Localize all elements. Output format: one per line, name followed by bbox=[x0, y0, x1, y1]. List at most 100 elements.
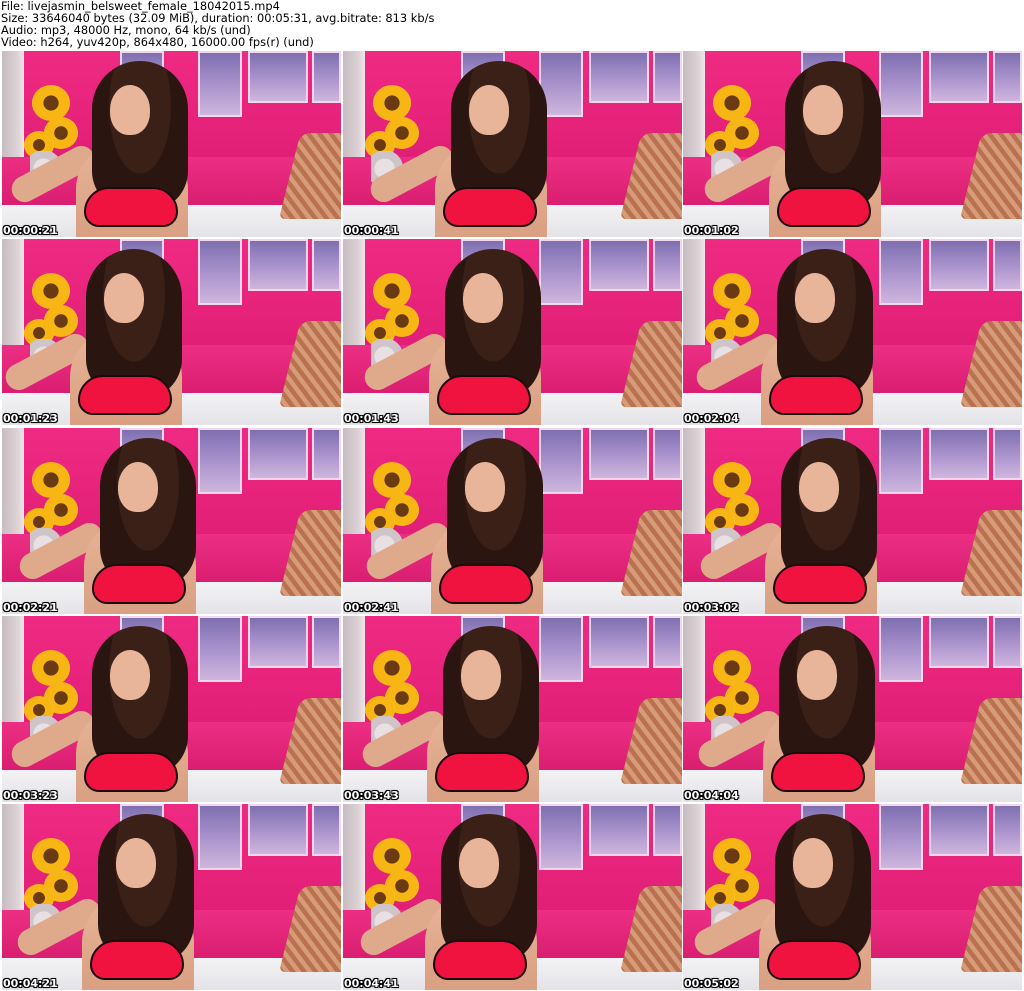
wall-picture bbox=[993, 616, 1022, 668]
person bbox=[15, 438, 230, 614]
video-frame bbox=[683, 804, 1022, 990]
video-thumbnail: 00:03:23 bbox=[2, 616, 341, 802]
person bbox=[358, 626, 573, 802]
video-frame bbox=[2, 239, 341, 425]
video-frame bbox=[2, 428, 341, 614]
person bbox=[2, 249, 216, 425]
wall-picture bbox=[312, 51, 341, 103]
sunflower bbox=[32, 85, 70, 121]
sunflower bbox=[713, 462, 751, 498]
sunflower bbox=[32, 273, 70, 309]
red-top bbox=[433, 940, 527, 980]
person bbox=[13, 814, 228, 990]
wall-picture bbox=[589, 51, 649, 103]
wall-picture bbox=[248, 51, 308, 103]
video-frame bbox=[683, 616, 1022, 802]
thumbnail-timestamp: 00:04:04 bbox=[684, 789, 739, 802]
video-thumbnail: 00:01:23 bbox=[2, 239, 341, 425]
face bbox=[793, 838, 833, 888]
face bbox=[469, 85, 509, 135]
sunflower bbox=[373, 650, 411, 686]
thumbnail-timestamp: 00:04:41 bbox=[344, 977, 399, 990]
video-thumbnail: 00:03:02 bbox=[683, 428, 1022, 614]
video-thumbnail: 00:01:43 bbox=[343, 239, 682, 425]
video-thumbnail: 00:03:43 bbox=[343, 616, 682, 802]
person bbox=[356, 814, 571, 990]
thumbnail-timestamp: 00:00:21 bbox=[3, 224, 58, 237]
video-frame bbox=[343, 428, 682, 614]
wall-picture bbox=[929, 428, 989, 480]
video-thumbnail: 00:04:04 bbox=[683, 616, 1022, 802]
wall-picture bbox=[653, 51, 682, 103]
red-top bbox=[443, 187, 537, 227]
red-top bbox=[439, 564, 533, 604]
video-frame bbox=[683, 51, 1022, 237]
face bbox=[463, 273, 503, 323]
red-top bbox=[773, 564, 867, 604]
red-top bbox=[771, 752, 865, 792]
video-frame bbox=[343, 804, 682, 990]
person bbox=[360, 249, 575, 425]
face bbox=[795, 273, 835, 323]
video-thumbnail: 00:00:21 bbox=[2, 51, 341, 237]
video-frame bbox=[683, 428, 1022, 614]
red-top bbox=[767, 940, 861, 980]
wall-picture bbox=[312, 616, 341, 668]
sunflower bbox=[713, 273, 751, 309]
wall-picture bbox=[653, 804, 682, 856]
wall-picture bbox=[653, 428, 682, 480]
sunflower bbox=[373, 85, 411, 121]
video-thumbnail: 00:02:04 bbox=[683, 239, 1022, 425]
thumbnail-timestamp: 00:03:02 bbox=[684, 601, 739, 614]
sunflower bbox=[32, 838, 70, 874]
sunflower bbox=[32, 650, 70, 686]
thumbnail-timestamp: 00:02:04 bbox=[684, 412, 739, 425]
wall-picture bbox=[248, 428, 308, 480]
video-frame bbox=[2, 51, 341, 237]
sunflower bbox=[373, 838, 411, 874]
wall-picture bbox=[312, 428, 341, 480]
person bbox=[694, 626, 909, 802]
thumbnail-timestamp: 00:00:41 bbox=[344, 224, 399, 237]
red-top bbox=[90, 940, 184, 980]
red-top bbox=[437, 375, 531, 415]
wall-picture bbox=[312, 239, 341, 291]
video-frame bbox=[2, 804, 341, 990]
thumbnail-timestamp: 00:05:02 bbox=[684, 977, 739, 990]
wall-picture bbox=[248, 239, 308, 291]
video-thumbnail: 00:04:41 bbox=[343, 804, 682, 990]
thumbnail-timestamp: 00:01:02 bbox=[684, 224, 739, 237]
face bbox=[104, 273, 144, 323]
sunflower bbox=[32, 462, 70, 498]
sunflower bbox=[373, 273, 411, 309]
red-top bbox=[84, 752, 178, 792]
video-thumbnail: 00:00:41 bbox=[343, 51, 682, 237]
face bbox=[110, 650, 150, 700]
face bbox=[118, 462, 158, 512]
person bbox=[700, 61, 915, 237]
thumbnail-timestamp: 00:01:43 bbox=[344, 412, 399, 425]
person bbox=[366, 61, 581, 237]
person bbox=[7, 626, 222, 802]
red-top bbox=[435, 752, 529, 792]
face bbox=[459, 838, 499, 888]
face bbox=[799, 462, 839, 512]
video-thumbnail: 00:02:41 bbox=[343, 428, 682, 614]
file-info-header: File: livejasmin_belsweet_female_1804201… bbox=[0, 0, 1024, 50]
wall-picture bbox=[929, 51, 989, 103]
sunflower bbox=[373, 462, 411, 498]
sunflower bbox=[713, 838, 751, 874]
video-frame bbox=[683, 239, 1022, 425]
face bbox=[465, 462, 505, 512]
red-top bbox=[769, 375, 863, 415]
thumbnail-timestamp: 00:04:21 bbox=[3, 977, 58, 990]
wall-picture bbox=[929, 804, 989, 856]
video-frame bbox=[343, 51, 682, 237]
face bbox=[797, 650, 837, 700]
video-frame bbox=[2, 616, 341, 802]
thumbnail-timestamp: 00:02:41 bbox=[344, 601, 399, 614]
person bbox=[692, 249, 907, 425]
face bbox=[803, 85, 843, 135]
wall-picture bbox=[312, 804, 341, 856]
wall-picture bbox=[248, 616, 308, 668]
